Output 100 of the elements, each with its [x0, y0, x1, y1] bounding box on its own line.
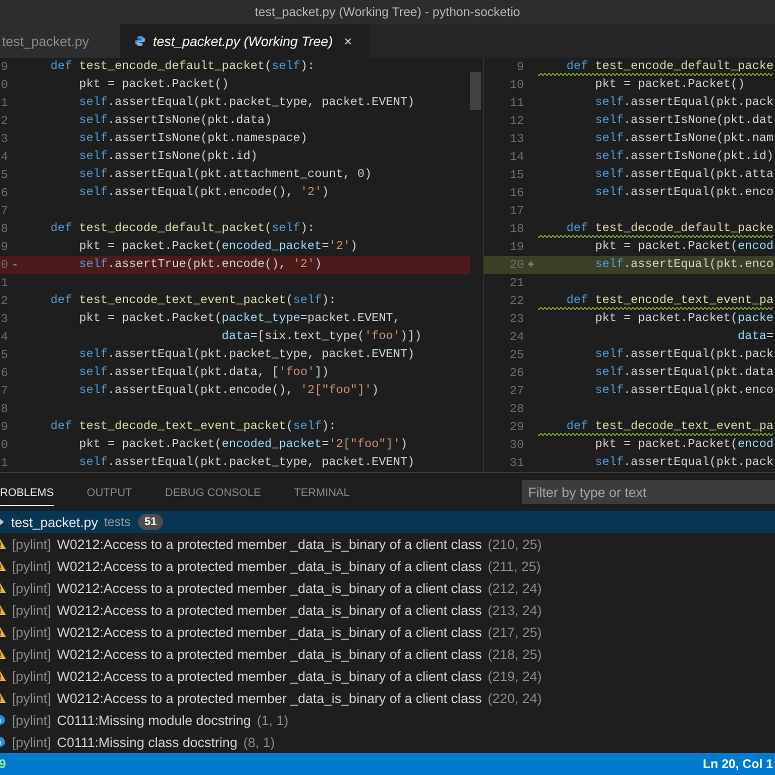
- problem-source: [pylint]: [12, 624, 52, 640]
- warning-icon: [0, 626, 6, 638]
- editor-tab[interactable]: test_packet.py (Working Tree) ×: [120, 24, 370, 58]
- code-line: self.assertEqual(pkt.packet_type, packet.EVENT): [78, 454, 414, 471]
- line-number: 7: [0, 384, 8, 398]
- line-number: 5: [0, 168, 8, 182]
- line-number: 25: [508, 348, 524, 362]
- panel-tab[interactable]: DEBUG CONSOLE: [165, 478, 261, 506]
- problem-message: W0212:Access to a protected member _data_is_binary of a client class: [57, 580, 482, 596]
- line-number: 9: [0, 420, 8, 434]
- code-line: self.assertEqual(pkt.enco: [594, 256, 774, 273]
- code-line: self.assertEqual(pkt.encode(), '2["foo"]'): [78, 382, 379, 399]
- line-number: 5: [0, 348, 8, 362]
- line-number: 1: [0, 96, 8, 110]
- line-number: 12: [508, 114, 524, 128]
- line-number: 2: [0, 114, 8, 128]
- problem-message: W0212:Access to a protected member _data_is_binary of a client class: [57, 558, 482, 574]
- line-number: 30: [508, 438, 524, 452]
- code-line: data=[six.text_type('foo')]): [220, 328, 422, 345]
- line-number: 0: [0, 78, 8, 92]
- editor-tab[interactable]: test_packet.py: [0, 24, 120, 58]
- code-line: pkt = packet.Packet(encoded_packet='2["foo"]'): [78, 436, 408, 453]
- panel-tab[interactable]: OUTPUT: [86, 478, 132, 506]
- problem-message: W0212:Access to a protected member _data_is_binary of a client class: [57, 646, 482, 662]
- problem-location: (217, 25): [488, 624, 542, 640]
- filter-field[interactable]: Filter by type or text: [522, 480, 775, 504]
- panel-tab[interactable]: ROBLEMS: [0, 478, 54, 506]
- folder-name: tests: [104, 515, 130, 529]
- problem-source: [pylint]: [12, 646, 52, 662]
- line-number: 4: [0, 330, 8, 344]
- code-line: self.assertEqual(pkt.atta: [594, 166, 774, 183]
- line-number: 9: [516, 60, 524, 74]
- line-number: 8: [0, 402, 8, 416]
- chevron-icon: [0, 518, 5, 526]
- problem-message: C0111:Missing class docstring: [57, 734, 238, 750]
- code-line: self.assertIsNone(pkt.data): [78, 112, 272, 129]
- line-number: 23: [508, 312, 524, 326]
- code-line: self.assertIsNone(pkt.id): [78, 148, 258, 165]
- problem-source: [pylint]: [12, 536, 52, 552]
- line-number: 28: [508, 402, 524, 416]
- code-line: def test_encode_text_event_packet(self):: [50, 292, 336, 309]
- code-line: self.assertEqual(pkt.enco: [594, 184, 774, 201]
- warning-icon: [0, 670, 6, 682]
- problem-source: [pylint]: [12, 734, 52, 750]
- line-number: 8: [0, 222, 8, 236]
- code-line: self.assertEqual(pkt.pack: [594, 94, 774, 111]
- code-line: self.assertEqual(pkt.attachment_count, 0): [78, 166, 372, 183]
- line-number: 18: [508, 222, 524, 236]
- close-icon[interactable]: ×: [344, 33, 352, 49]
- problem-source: [pylint]: [12, 602, 52, 618]
- line-number: 14: [508, 150, 524, 164]
- line-number: 16: [508, 186, 524, 200]
- scrollbar-thumb[interactable]: [470, 72, 481, 110]
- problem-location: (210, 25): [488, 536, 542, 552]
- count-badge: 51: [138, 514, 163, 530]
- problem-location: (219, 24): [488, 668, 542, 684]
- line-number: 0: [0, 438, 8, 452]
- code-line: self.assertIsNone(pkt.nam: [594, 130, 774, 147]
- code-line: pkt = packet.Packet(encod: [594, 436, 774, 453]
- panel-tab[interactable]: TERMINAL: [294, 478, 350, 506]
- line-number: 4: [0, 150, 8, 164]
- code-line: self.assertEqual(pkt.data: [594, 364, 774, 381]
- python-file-icon: [134, 35, 146, 47]
- file-name: test_packet.py: [11, 514, 98, 530]
- warning-icon: [0, 538, 6, 550]
- info-icon: [0, 736, 6, 748]
- warning-icon: [0, 582, 6, 594]
- line-number: 6: [0, 186, 8, 200]
- window-title: test_packet.py (Working Tree) - python-socketio: [254, 5, 520, 19]
- problem-source: [pylint]: [12, 580, 52, 596]
- warning-icon: [0, 560, 6, 572]
- problem-source: [pylint]: [12, 668, 52, 684]
- line-number: 13: [508, 132, 524, 146]
- line-number: 20: [508, 258, 524, 272]
- info-icon: [0, 714, 6, 726]
- code-line: self.assertEqual(pkt.encode(), '2'): [78, 184, 329, 201]
- code-line: self.assertIsNone(pkt.namespace): [78, 130, 308, 147]
- line-number: 26: [508, 366, 524, 380]
- code-line: def test_decode_default_packet(self):: [50, 220, 315, 237]
- code-line: pkt = packet.Packet(): [594, 76, 745, 93]
- problem-source: [pylint]: [12, 558, 52, 574]
- line-number: 3: [0, 132, 8, 146]
- code-line: pkt = packet.Packet(): [78, 76, 229, 93]
- problem-location: (213, 24): [488, 602, 542, 618]
- code-line: def test_decode_text_event_packet(self):: [50, 418, 336, 435]
- cursor-position[interactable]: Ln 20, Col 1: [702, 757, 773, 771]
- diff-marker: +: [526, 258, 536, 272]
- line-number: 1: [0, 276, 8, 290]
- line-number: 6: [0, 366, 8, 380]
- problem-message: C0111:Missing module docstring: [57, 712, 251, 728]
- problem-source: [pylint]: [12, 712, 52, 728]
- problem-location: (220, 24): [488, 690, 542, 706]
- line-number: 22: [508, 294, 524, 308]
- line-number: 1: [0, 456, 8, 470]
- problem-message: W0212:Access to a protected member _data_is_binary of a client class: [57, 668, 482, 684]
- warning-icon: [0, 604, 6, 616]
- file-group-row[interactable]: test_packet.py tests 51: [0, 511, 775, 533]
- code-line: data=: [736, 328, 774, 345]
- problem-message: W0212:Access to a protected member _data_is_binary of a client class: [57, 536, 482, 552]
- line-number: 3: [0, 312, 8, 326]
